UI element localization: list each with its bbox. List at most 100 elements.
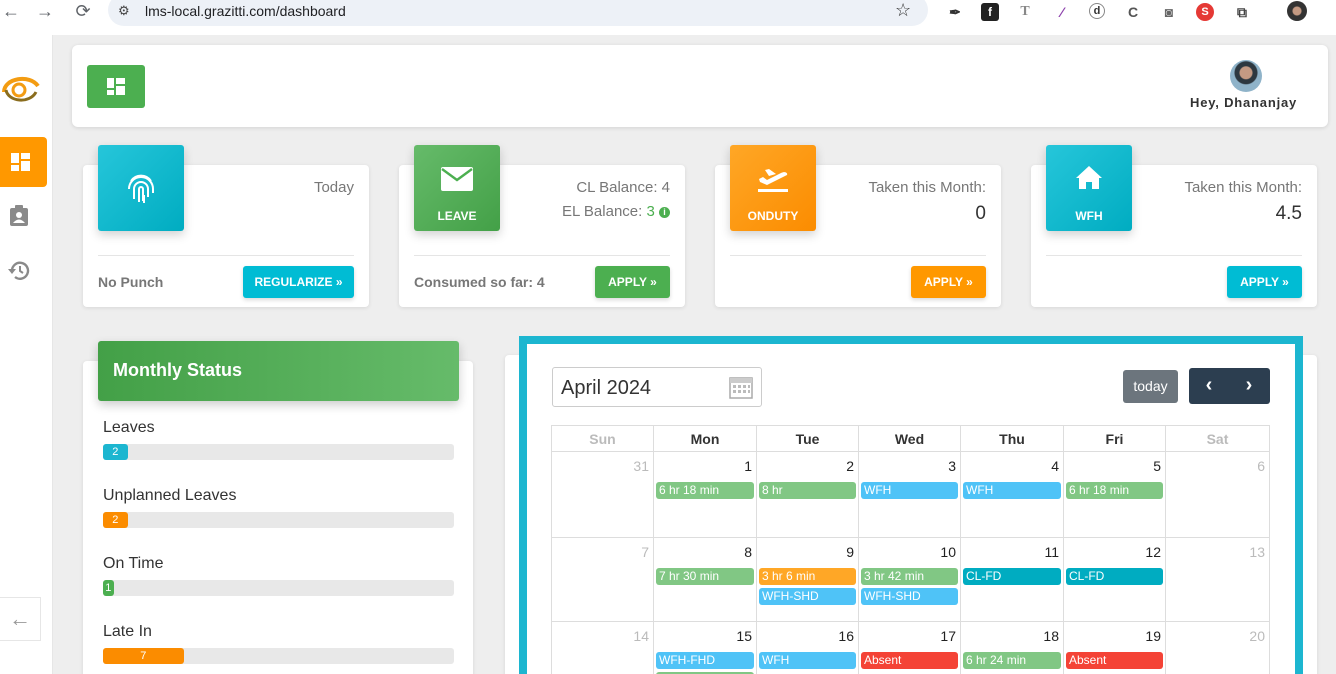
calendar-event[interactable]: WFH-SHD (759, 588, 856, 605)
day-number: 10 (940, 544, 956, 560)
calendar-day-cell[interactable]: 3 WFH (859, 451, 961, 537)
day-header: Tue (757, 425, 859, 451)
camera-icon[interactable]: ◙ (1160, 3, 1178, 21)
today-button[interactable]: today (1123, 370, 1178, 403)
calendar-day-cell[interactable]: 12 CL-FD (1064, 537, 1166, 621)
calendar-event[interactable]: WFH-FHD (656, 652, 754, 669)
status-progress-bar: 2 (103, 444, 454, 460)
calendar-event[interactable]: 3 hr 42 min (861, 568, 958, 585)
calendar-day-cell[interactable]: 10 3 hr 42 min WFH-SHD (859, 537, 961, 621)
chevron-left-icon[interactable]: ‹ (1189, 368, 1229, 404)
calendar-event[interactable]: 3 hr 6 min (759, 568, 856, 585)
calendar-day-cell[interactable]: 17 Absent (859, 621, 961, 674)
calendar-event[interactable]: 6 hr 18 min (1066, 482, 1163, 499)
calendar-grid: Sun Mon Tue Wed Thu Fri Sat 31 1 6 hr 18 min 2 8 hr… (551, 425, 1270, 674)
cl-balance: CL Balance: 4 (576, 179, 670, 196)
day-header: Thu (961, 425, 1064, 451)
calendar-event[interactable]: Absent (1066, 652, 1163, 669)
day-number: 20 (1249, 628, 1265, 644)
calendar-day-cell[interactable]: 7 (551, 537, 654, 621)
calendar-day-cell[interactable]: 8 7 hr 30 min (654, 537, 757, 621)
apply-onduty-button[interactable]: APPLY » (911, 266, 986, 298)
divider (414, 255, 670, 256)
status-progress-bar: 7 (103, 648, 454, 664)
calendar-day-cell[interactable]: 6 (1166, 451, 1270, 537)
calendar-day-cell[interactable]: 13 (1166, 537, 1270, 621)
day-number: 11 (1044, 544, 1059, 560)
calendar-day-cell[interactable]: 31 (551, 451, 654, 537)
el-balance-label: EL Balance: (561, 203, 643, 220)
collapse-sidebar-button[interactable]: ← (0, 597, 41, 641)
sidebar-item-dashboard[interactable] (0, 137, 47, 187)
calendar-day-cell[interactable]: 5 6 hr 18 min (1064, 451, 1166, 537)
day-number: 5 (1153, 458, 1161, 474)
feather-icon[interactable]: ⁄ (1053, 3, 1071, 21)
calendar-day-cell[interactable]: 1 6 hr 18 min (654, 451, 757, 537)
info-icon[interactable]: i (659, 207, 670, 218)
day-header: Sat (1166, 425, 1270, 451)
wfh-taken-value: 4.5 (1275, 203, 1302, 224)
sidebar-item-attendance[interactable] (9, 205, 29, 232)
calendar-day-cell[interactable]: 18 6 hr 24 min (961, 621, 1064, 674)
d-icon[interactable]: d (1089, 3, 1105, 19)
calendar-event[interactable]: 6 hr 18 min (656, 482, 754, 499)
calendar-day-cell[interactable]: 4 WFH (961, 451, 1064, 537)
back-icon[interactable]: ← (0, 0, 22, 24)
calendar-day-cell[interactable]: 16 WFH (757, 621, 859, 674)
leave-consumed: Consumed so far: 4 (414, 274, 545, 290)
site-info-icon[interactable]: ⚙ (118, 3, 130, 19)
status-progress-fill: 1 (103, 580, 114, 596)
calendar-event[interactable]: WFH (861, 482, 958, 499)
day-number: 18 (1043, 628, 1059, 644)
apply-leave-button[interactable]: APPLY » (595, 266, 670, 298)
day-number: 2 (846, 458, 854, 474)
calendar-day-cell[interactable]: 15 WFH-FHD (654, 621, 757, 674)
grazitti-logo (2, 76, 40, 102)
calendar-event[interactable]: 7 hr 30 min (656, 568, 754, 585)
calendar-day-cell[interactable]: 2 8 hr (757, 451, 859, 537)
wfh-taken-label: Taken this Month: (1184, 179, 1302, 196)
monthly-status-title: Monthly Status (113, 360, 242, 380)
top-header (72, 45, 1328, 127)
bookmark-star-icon[interactable]: ☆ (895, 0, 911, 21)
chevron-right-icon[interactable]: › (1229, 368, 1269, 404)
puzzle-icon[interactable]: ⧉ (1233, 3, 1251, 21)
url-text[interactable]: lms-local.grazitti.com/dashboard (145, 3, 346, 19)
eyedropper-icon[interactable]: ✒ (946, 3, 964, 21)
calendar-day-cell[interactable]: 19 Absent (1064, 621, 1166, 674)
regularize-button[interactable]: REGULARIZE » (243, 266, 354, 298)
punch-status: No Punch (98, 274, 164, 290)
calendar-event[interactable]: Absent (861, 652, 958, 669)
sidebar-item-history[interactable] (8, 261, 30, 286)
apply-wfh-button[interactable]: APPLY » (1227, 266, 1302, 298)
day-number: 14 (633, 628, 649, 644)
day-number: 8 (744, 544, 752, 560)
month-picker-value[interactable]: April 2024 (561, 377, 651, 400)
s-icon[interactable]: S (1196, 3, 1214, 21)
calendar-day-cell[interactable]: 11 CL-FD (961, 537, 1064, 621)
calendar-event[interactable]: CL-FD (1066, 568, 1163, 585)
c-icon[interactable]: C (1124, 3, 1142, 21)
calendar-day-cell[interactable]: 20 (1166, 621, 1270, 674)
calendar-event[interactable]: WFH (759, 652, 856, 669)
calendar-day-cell[interactable]: 14 (551, 621, 654, 674)
text-icon[interactable]: T (1016, 3, 1034, 21)
calendar-event[interactable]: WFH-SHD (861, 588, 958, 605)
calendar-event[interactable]: CL-FD (963, 568, 1061, 585)
envelope-icon (441, 167, 473, 191)
reload-icon[interactable]: ⟳ (72, 0, 94, 24)
status-progress-bar: 2 (103, 512, 454, 528)
calendar-icon[interactable] (729, 375, 753, 399)
fontface-icon[interactable]: f (981, 3, 999, 21)
calendar-day-cell[interactable]: 9 3 hr 6 min WFH-SHD (757, 537, 859, 621)
calendar-event[interactable]: 8 hr (759, 482, 856, 499)
day-header: Sun (551, 425, 654, 451)
dashboard-menu-button[interactable] (87, 65, 145, 108)
leave-card-icon-box: LEAVE (414, 145, 500, 231)
el-balance: EL Balance: 3 i (520, 203, 670, 220)
calendar-event[interactable]: WFH (963, 482, 1061, 499)
avatar[interactable] (1230, 60, 1262, 92)
calendar-event[interactable]: 6 hr 24 min (963, 652, 1061, 669)
profile-icon[interactable] (1287, 1, 1307, 21)
forward-icon[interactable]: → (34, 0, 56, 24)
